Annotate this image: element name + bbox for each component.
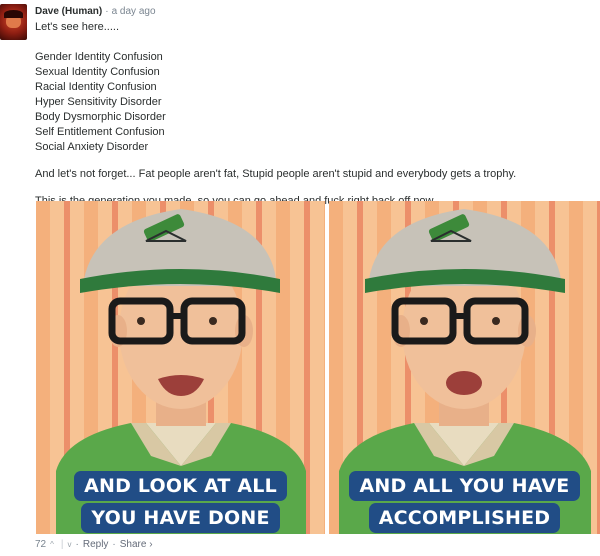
meme-caption-line: AND LOOK AT ALL [36,471,325,501]
share-link[interactable]: Share › [120,539,153,550]
user-avatar[interactable] [0,4,27,40]
downvote-icon[interactable]: v [68,538,72,551]
comment-footer: 72 ^ | v · Reply · Share › [35,538,157,551]
disorder-line: Sexual Identity Confusion [35,66,160,78]
header-separator: · [105,6,109,17]
reply-link[interactable]: Reply [83,539,109,550]
meme-panel-right: AND ALL YOU HAVE ACCOMPLISHED [329,201,600,534]
upvote-icon[interactable]: ^ [50,538,54,551]
vote-count: 72 [35,539,47,550]
comment-intro: Let's see here..... [35,21,120,33]
comment-timestamp[interactable]: a day ago [112,6,156,17]
disorder-line: Racial Identity Confusion [35,81,157,93]
meme-image[interactable]: AND LOOK AT ALL YOU HAVE DONE AND ALL YO… [36,201,600,534]
author-name[interactable]: Dave (Human) [35,6,102,17]
footer-dot: · [112,539,116,550]
disorder-line: Self Entitlement Confusion [35,126,165,138]
vote-divider: | [60,539,64,550]
comment-header: Dave (Human) · a day ago [35,5,156,18]
meme-caption-line: AND ALL YOU HAVE [329,471,600,501]
disorder-line: Body Dysmorphic Disorder [35,111,166,123]
comment-body: Let's see here..... Gender Identity Conf… [35,20,595,209]
disorder-line: Social Anxiety Disorder [35,141,149,153]
meme-caption-line: YOU HAVE DONE [36,503,325,533]
meme-panel-left: AND LOOK AT ALL YOU HAVE DONE [36,201,325,534]
comment-paragraph: And let's not forget... Fat people aren'… [35,168,517,180]
disorder-line: Gender Identity Confusion [35,51,163,63]
footer-dot: · [75,539,79,550]
meme-caption-line: ACCOMPLISHED [329,503,600,533]
disorder-line: Hyper Sensitivity Disorder [35,96,162,108]
